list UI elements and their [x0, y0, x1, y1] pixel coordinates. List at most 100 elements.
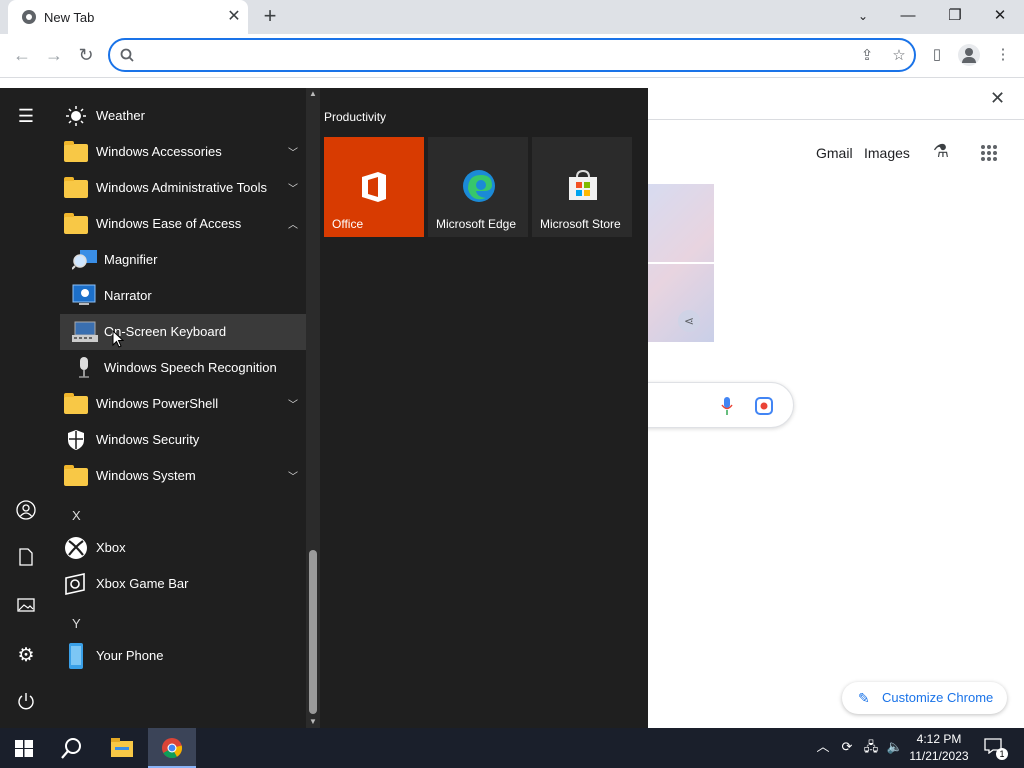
- app-label: Your Phone: [96, 648, 164, 663]
- images-link[interactable]: Images: [864, 145, 910, 161]
- tiles-panel: Productivity Office Microsoft Edge Micro…: [320, 88, 648, 728]
- start-button[interactable]: [0, 728, 48, 768]
- doodle-line: [648, 262, 714, 266]
- app-weather[interactable]: Weather: [60, 98, 306, 134]
- chevron-up-icon: ︿: [288, 220, 298, 231]
- lens-search-icon[interactable]: [755, 397, 773, 415]
- app-list-scrollbar[interactable]: ▲ ▼: [306, 88, 320, 728]
- keyboard-icon: [72, 321, 98, 342]
- forward-button[interactable]: →: [42, 44, 66, 68]
- documents-icon[interactable]: [14, 548, 38, 572]
- banner-close-icon[interactable]: ✕: [990, 88, 1005, 109]
- chrome-logo-icon: [162, 738, 183, 759]
- shield-icon: [68, 430, 84, 450]
- side-panel-icon[interactable]: ▯: [928, 46, 946, 64]
- bookmark-star-icon[interactable]: ☆: [890, 47, 908, 65]
- magnifier-icon: [72, 250, 97, 270]
- tab-close-icon[interactable]: ✕: [224, 7, 244, 27]
- tray-network-icon[interactable]: 🖧: [862, 738, 880, 756]
- scroll-up-icon[interactable]: ▲: [306, 88, 320, 100]
- folder-windows-ease-of-access[interactable]: Windows Ease of Access ︿: [60, 206, 306, 242]
- document-icon: [19, 548, 33, 566]
- power-icon[interactable]: [14, 692, 38, 716]
- tray-sync-icon[interactable]: ⟳: [838, 738, 856, 756]
- folder-icon: [64, 177, 88, 198]
- back-button[interactable]: ←: [10, 44, 34, 68]
- ntp-top-banner: [648, 78, 1024, 120]
- reload-button[interactable]: ↻: [74, 44, 98, 68]
- clock-time: 4:12 PM: [916, 732, 962, 746]
- app-windows-security[interactable]: Windows Security: [60, 422, 306, 458]
- tile-label: Microsoft Edge: [436, 217, 517, 231]
- close-window-button[interactable]: ✕: [982, 4, 1018, 28]
- app-windows-speech-recognition[interactable]: Windows Speech Recognition: [60, 350, 306, 386]
- gmail-link[interactable]: Gmail: [816, 145, 853, 161]
- tile-microsoft-store[interactable]: Microsoft Store: [532, 137, 632, 237]
- tray-overflow-chevron-icon[interactable]: ︿: [814, 738, 832, 756]
- app-magnifier[interactable]: Magnifier: [60, 242, 306, 278]
- apps-grid-icon[interactable]: [980, 144, 998, 162]
- hamburger-menu-icon[interactable]: ☰: [14, 104, 38, 128]
- profile-avatar-icon[interactable]: [958, 44, 980, 66]
- office-logo-icon: [362, 172, 386, 202]
- folder-windows-system[interactable]: Windows System ﹀: [60, 458, 306, 494]
- section-letter-x[interactable]: X: [72, 508, 81, 523]
- microphone-icon: [79, 357, 89, 378]
- tab-search-chevron-icon[interactable]: ⌄: [845, 4, 881, 28]
- phone-icon: [69, 643, 83, 669]
- app-xbox[interactable]: Xbox: [60, 530, 306, 566]
- tab-strip: New Tab ✕ + ⌄ — ❐ ✕: [0, 0, 1024, 34]
- app-list: Weather Windows Accessories ﹀ Windows Ad…: [52, 88, 306, 728]
- minimize-button[interactable]: —: [890, 4, 926, 28]
- chevron-down-icon: ﹀: [288, 472, 298, 483]
- app-label: Windows PowerShell: [96, 396, 219, 411]
- folder-icon: [64, 213, 88, 234]
- app-label: Weather: [96, 108, 145, 123]
- tile-office[interactable]: Office: [324, 137, 424, 237]
- address-bar[interactable]: ⇪ ☆: [108, 38, 916, 72]
- folder-windows-administrative-tools[interactable]: Windows Administrative Tools ﹀: [60, 170, 306, 206]
- customize-chrome-button[interactable]: ✎ Customize Chrome: [842, 682, 1007, 714]
- tile-microsoft-edge[interactable]: Microsoft Edge: [428, 137, 528, 237]
- taskbar-search-button[interactable]: [48, 728, 96, 768]
- scroll-down-icon[interactable]: ▼: [306, 716, 320, 728]
- taskbar-clock[interactable]: 4:12 PM 11/21/2023: [906, 731, 972, 765]
- taskbar-file-explorer[interactable]: [98, 728, 146, 768]
- folder-windows-powershell[interactable]: Windows PowerShell ﹀: [60, 386, 306, 422]
- voice-search-icon[interactable]: [721, 397, 733, 415]
- xbox-game-bar-icon: [65, 573, 85, 595]
- app-narrator[interactable]: Narrator: [60, 278, 306, 314]
- new-tab-button[interactable]: +: [258, 5, 282, 29]
- doodle-share-icon[interactable]: ⋖: [678, 310, 700, 332]
- user-circle-icon: [16, 500, 36, 520]
- clock-date: 11/21/2023: [909, 749, 969, 763]
- restore-button[interactable]: ❐: [937, 4, 973, 28]
- pencil-icon: ✎: [858, 690, 870, 706]
- tile-label: Office: [332, 217, 364, 231]
- app-on-screen-keyboard[interactable]: On-Screen Keyboard: [60, 314, 306, 350]
- tile-label: Microsoft Store: [540, 217, 621, 231]
- tab-new-tab[interactable]: New Tab ✕: [8, 0, 248, 34]
- tray-volume-muted-icon[interactable]: 🔈: [886, 738, 904, 756]
- app-label: Narrator: [104, 288, 152, 303]
- scroll-thumb[interactable]: [309, 550, 317, 714]
- app-label: Windows Speech Recognition: [104, 360, 277, 375]
- start-rail: ☰ ⚙: [0, 88, 52, 728]
- folder-windows-accessories[interactable]: Windows Accessories ﹀: [60, 134, 306, 170]
- app-your-phone[interactable]: Your Phone: [60, 638, 306, 674]
- picture-icon: [17, 598, 35, 612]
- settings-gear-icon[interactable]: ⚙: [14, 644, 38, 668]
- menu-kebab-icon[interactable]: ⋮: [994, 46, 1012, 64]
- app-label: Windows System: [96, 468, 196, 483]
- user-account-icon[interactable]: [14, 500, 38, 524]
- labs-flask-icon[interactable]: ⚗: [932, 142, 950, 160]
- share-icon[interactable]: ⇪: [858, 47, 876, 65]
- section-letter-y[interactable]: Y: [72, 616, 81, 631]
- notification-count-badge: 1: [996, 748, 1008, 760]
- app-xbox-game-bar[interactable]: Xbox Game Bar: [60, 566, 306, 602]
- pictures-icon[interactable]: [14, 596, 38, 620]
- app-label: Windows Security: [96, 432, 200, 447]
- tile-group-title[interactable]: Productivity: [324, 110, 386, 124]
- chevron-down-icon: ﹀: [288, 400, 298, 411]
- taskbar-chrome[interactable]: [148, 728, 196, 768]
